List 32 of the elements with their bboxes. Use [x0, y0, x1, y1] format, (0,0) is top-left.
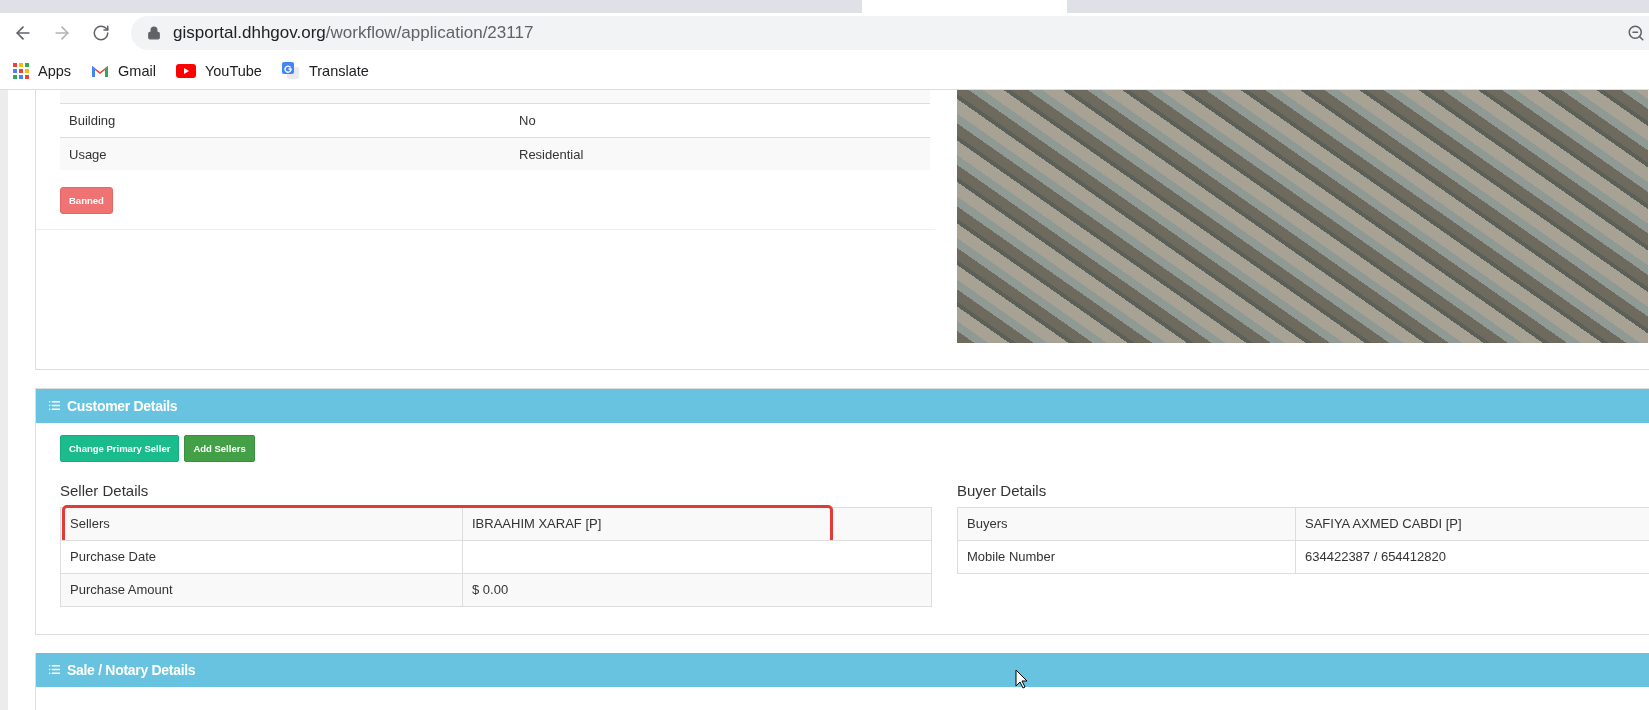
table-cell-text: IBRAAHIM XARAF [P] [471, 516, 603, 532]
table-cell: Purchase Date [61, 540, 463, 573]
bookmark-link[interactable]: YouTube [175, 63, 262, 79]
table-cell-text: 634422387 / 654412820 [1304, 549, 1447, 565]
list-icon [48, 399, 61, 413]
table-cell-text: Usage [68, 146, 108, 162]
table-cell: Sellers [61, 507, 463, 540]
url-text: gisportal.dhhgov.org/workflow/application/23117 [173, 23, 535, 43]
address-bar[interactable]: gisportal.dhhgov.org/workflow/application/23117 [131, 16, 1649, 50]
mouse-cursor-icon [1015, 669, 1028, 689]
table-cell: Purchase Amount [61, 573, 463, 606]
table-cell-text: $ 0.00 [471, 582, 510, 598]
translate-icon [281, 62, 300, 80]
table-cell-text: Building [68, 113, 117, 128]
zoom-out-icon[interactable] [1627, 24, 1645, 42]
table-cell: Buyers [958, 507, 1296, 540]
subsection-title: Seller Details [60, 481, 150, 499]
bookmark-link[interactable]: Translate [281, 62, 369, 80]
section-title: Sale / Notary Details [67, 661, 196, 678]
subsection-title: Buyer Details [957, 481, 1048, 499]
section-title: Customer Details [67, 397, 178, 414]
apps-grid-icon [13, 63, 29, 79]
list-icon [48, 663, 61, 677]
table-cell-text: SAFIYA AXMED CABDI [P] [1304, 516, 1463, 532]
table-cell: Mobile Number [958, 540, 1296, 573]
play-icon [175, 64, 196, 78]
table-cell-text: No [518, 113, 537, 128]
bookmark-link[interactable]: Apps [13, 63, 72, 79]
envelope-m-icon [91, 64, 110, 78]
table-cell-text: Residential [518, 146, 585, 162]
lock-icon [147, 26, 161, 40]
bookmark-link[interactable]: Gmail [91, 63, 156, 79]
